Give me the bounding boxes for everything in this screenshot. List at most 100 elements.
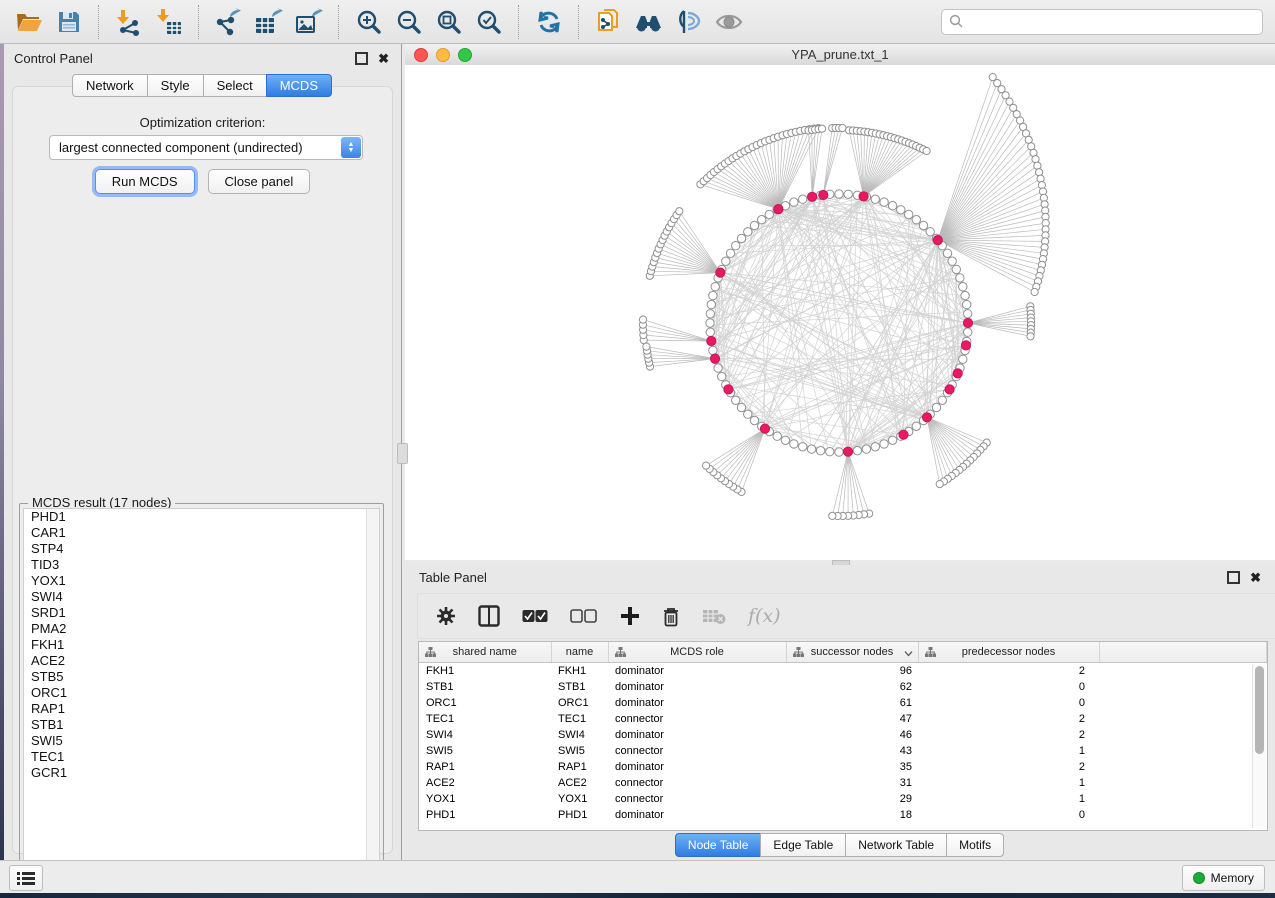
- column-header-shared-name[interactable]: shared name: [419, 642, 551, 663]
- table-cell[interactable]: 18: [786, 807, 918, 823]
- table-cell[interactable]: dominator: [608, 727, 786, 743]
- mcds-result-item[interactable]: STP4: [24, 541, 379, 557]
- table-cell[interactable]: SWI5: [551, 743, 608, 759]
- table-row[interactable]: TEC1TEC1connector472: [419, 711, 1267, 727]
- table-row[interactable]: ACE2ACE2connector311: [419, 775, 1267, 791]
- table-cell[interactable]: YOX1: [551, 791, 608, 807]
- export-network-icon[interactable]: [212, 6, 246, 38]
- tab-network-table[interactable]: Network Table: [845, 833, 947, 857]
- table-cell[interactable]: 0: [918, 807, 1099, 823]
- table-cell[interactable]: FKH1: [419, 663, 551, 680]
- delete-table-icon[interactable]: [702, 608, 726, 625]
- optimization-criterion-select[interactable]: largest connected component (undirected)…: [49, 135, 363, 160]
- table-cell[interactable]: dominator: [608, 759, 786, 775]
- mcds-result-item[interactable]: YOX1: [24, 573, 379, 589]
- close-panel-button[interactable]: Close panel: [208, 169, 311, 194]
- tab-select[interactable]: Select: [203, 74, 267, 97]
- table-cell[interactable]: RAP1: [419, 759, 551, 775]
- table-cell[interactable]: STB1: [419, 679, 551, 695]
- column-header-name[interactable]: name: [551, 642, 608, 663]
- zoom-selected-icon[interactable]: [472, 6, 506, 38]
- table-cell[interactable]: SWI5: [419, 743, 551, 759]
- table-scrollbar-thumb[interactable]: [1255, 666, 1264, 754]
- table-cell[interactable]: connector: [608, 743, 786, 759]
- tab-style[interactable]: Style: [147, 74, 204, 97]
- table-cell[interactable]: 62: [786, 679, 918, 695]
- table-cell[interactable]: STB1: [551, 679, 608, 695]
- mcds-result-item[interactable]: GCR1: [24, 765, 379, 781]
- table-cell[interactable]: 43: [786, 743, 918, 759]
- refresh-icon[interactable]: [532, 6, 566, 38]
- tab-edge-table[interactable]: Edge Table: [760, 833, 846, 857]
- show-column-panel-icon[interactable]: [478, 605, 500, 627]
- table-row[interactable]: RAP1RAP1dominator352: [419, 759, 1267, 775]
- tab-network[interactable]: Network: [72, 74, 148, 97]
- mcds-result-list[interactable]: PHD1CAR1STP4TID3YOX1SWI4SRD1PMA2FKH1ACE2…: [23, 508, 380, 869]
- mcds-result-scrollbar[interactable]: [366, 509, 379, 868]
- table-row[interactable]: STB1STB1dominator620: [419, 679, 1267, 695]
- mcds-result-item[interactable]: TEC1: [24, 749, 379, 765]
- table-cell[interactable]: SWI4: [551, 727, 608, 743]
- table-cell[interactable]: 29: [786, 791, 918, 807]
- mcds-result-item[interactable]: STB5: [24, 669, 379, 685]
- table-cell[interactable]: ORC1: [551, 695, 608, 711]
- mcds-result-item[interactable]: ORC1: [24, 685, 379, 701]
- tab-mcds[interactable]: MCDS: [266, 74, 332, 97]
- zoom-out-icon[interactable]: [392, 6, 426, 38]
- table-row[interactable]: YOX1YOX1connector291: [419, 791, 1267, 807]
- table-row[interactable]: SWI4SWI4dominator462: [419, 727, 1267, 743]
- export-image-icon[interactable]: [292, 6, 326, 38]
- run-mcds-button[interactable]: Run MCDS: [95, 169, 195, 194]
- function-builder-icon[interactable]: f(x): [748, 605, 781, 627]
- show-graphics-details-icon[interactable]: [712, 6, 746, 38]
- close-panel-icon[interactable]: ✖: [378, 54, 389, 63]
- table-row[interactable]: ORC1ORC1dominator610: [419, 695, 1267, 711]
- column-header-predecessor-nodes[interactable]: predecessor nodes: [918, 642, 1099, 663]
- table-cell[interactable]: [1099, 727, 1267, 743]
- table-cell[interactable]: TEC1: [551, 711, 608, 727]
- table-cell[interactable]: [1099, 679, 1267, 695]
- float-panel-icon[interactable]: [355, 52, 368, 65]
- table-cell[interactable]: connector: [608, 711, 786, 727]
- table-cell[interactable]: 0: [918, 679, 1099, 695]
- table-cell[interactable]: connector: [608, 791, 786, 807]
- tab-node-table[interactable]: Node Table: [675, 833, 762, 857]
- network-window-titlebar[interactable]: YPA_prune.txt_1: [405, 44, 1275, 66]
- table-cell[interactable]: RAP1: [551, 759, 608, 775]
- import-table-icon[interactable]: [152, 6, 186, 38]
- mcds-result-item[interactable]: SWI5: [24, 733, 379, 749]
- table-cell[interactable]: 2: [918, 759, 1099, 775]
- table-settings-gear-icon[interactable]: [436, 606, 456, 626]
- table-cell[interactable]: 1: [918, 743, 1099, 759]
- table-cell[interactable]: ACE2: [551, 775, 608, 791]
- table-cell[interactable]: 96: [786, 663, 918, 680]
- vertical-splitter-handle[interactable]: [397, 443, 408, 464]
- table-cell[interactable]: PHD1: [551, 807, 608, 823]
- table-cell[interactable]: ORC1: [419, 695, 551, 711]
- import-network-icon[interactable]: [112, 6, 146, 38]
- table-cell[interactable]: PHD1: [419, 807, 551, 823]
- zoom-fit-content-icon[interactable]: [432, 6, 466, 38]
- table-cell[interactable]: dominator: [608, 663, 786, 680]
- clone-network-icon[interactable]: [592, 6, 626, 38]
- open-file-icon[interactable]: [12, 6, 46, 38]
- table-cell[interactable]: 47: [786, 711, 918, 727]
- deselect-all-checkboxes-icon[interactable]: [570, 609, 598, 623]
- table-row[interactable]: PHD1PHD1dominator180: [419, 807, 1267, 823]
- mcds-result-item[interactable]: SRD1: [24, 605, 379, 621]
- table-cell[interactable]: connector: [608, 775, 786, 791]
- table-cell[interactable]: FKH1: [551, 663, 608, 680]
- table-cell[interactable]: dominator: [608, 679, 786, 695]
- table-cell[interactable]: dominator: [608, 807, 786, 823]
- table-cell[interactable]: 1: [918, 775, 1099, 791]
- table-cell[interactable]: 0: [918, 695, 1099, 711]
- mcds-result-item[interactable]: PMA2: [24, 621, 379, 637]
- table-cell[interactable]: [1099, 711, 1267, 727]
- table-cell[interactable]: [1099, 759, 1267, 775]
- close-table-panel-icon[interactable]: ✖: [1250, 573, 1261, 582]
- mcds-result-item[interactable]: PHD1: [24, 509, 379, 525]
- table-cell[interactable]: [1099, 791, 1267, 807]
- table-cell[interactable]: ACE2: [419, 775, 551, 791]
- table-cell[interactable]: 46: [786, 727, 918, 743]
- table-cell[interactable]: YOX1: [419, 791, 551, 807]
